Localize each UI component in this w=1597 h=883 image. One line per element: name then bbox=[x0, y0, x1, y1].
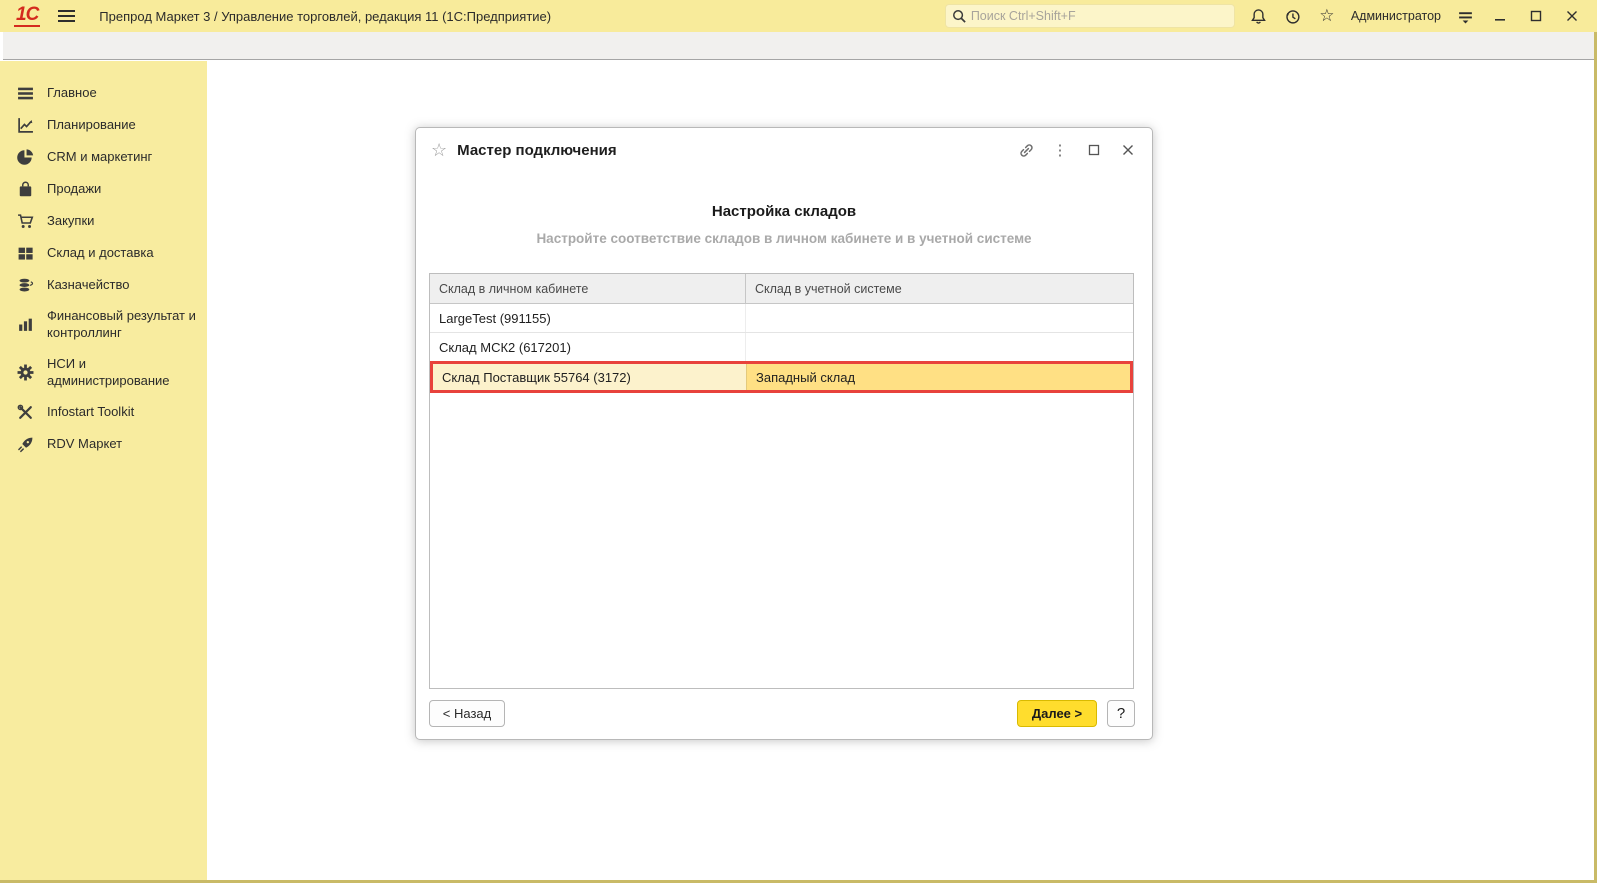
minimize-button[interactable] bbox=[1489, 6, 1511, 26]
page-subtitle: Настройте соответствие складов в личном … bbox=[416, 231, 1152, 246]
search-input[interactable] bbox=[971, 9, 1228, 23]
more-actions-icon[interactable]: ⋮ bbox=[1050, 140, 1070, 160]
main-menu-icon[interactable] bbox=[58, 10, 75, 22]
sidebar-item-label: Склад и доставка bbox=[47, 245, 154, 262]
sections-panel: Главное Планирование CRM и маркетинг Про… bbox=[0, 61, 207, 880]
dialog-maximize-icon[interactable] bbox=[1084, 140, 1104, 160]
connection-wizard-dialog: ☆ Мастер подключения ⋮ Настройка складов… bbox=[415, 127, 1153, 740]
table-row[interactable]: LargeTest (991155) bbox=[430, 304, 1133, 333]
table-header-row: Склад в личном кабинете Склад в учетной … bbox=[430, 274, 1133, 304]
sidebar-item-label: CRM и маркетинг bbox=[47, 149, 152, 166]
cabinet-warehouse-cell[interactable]: Склад МСК2 (617201) bbox=[430, 333, 746, 361]
current-user[interactable]: Администратор bbox=[1351, 9, 1441, 23]
system-warehouse-cell[interactable] bbox=[746, 304, 1133, 332]
sidebar-item-finance[interactable]: Финансовый результат и контроллинг bbox=[0, 301, 207, 349]
sidebar-item-purchases[interactable]: Закупки bbox=[0, 205, 207, 237]
help-button[interactable]: ? bbox=[1107, 700, 1135, 727]
global-search[interactable] bbox=[945, 4, 1235, 28]
back-button[interactable]: < Назад bbox=[429, 700, 505, 727]
link-icon[interactable] bbox=[1016, 140, 1036, 160]
sidebar-item-label: Главное bbox=[47, 85, 97, 102]
maximize-button[interactable] bbox=[1525, 6, 1547, 26]
shopping-bag-icon bbox=[16, 180, 34, 198]
sidebar-item-label: RDV Маркет bbox=[47, 436, 122, 453]
planning-icon bbox=[16, 116, 34, 134]
column-header-cabinet[interactable]: Склад в личном кабинете bbox=[430, 274, 746, 303]
sidebar-item-sales[interactable]: Продажи bbox=[0, 173, 207, 205]
warehouse-mapping-table: Склад в личном кабинете Склад в учетной … bbox=[429, 273, 1134, 689]
sidebar-item-label: Финансовый результат и контроллинг bbox=[47, 308, 197, 342]
system-warehouse-cell[interactable]: Западный склад bbox=[747, 364, 1130, 390]
cart-icon bbox=[16, 212, 34, 230]
dialog-header: ☆ Мастер подключения ⋮ bbox=[416, 128, 1152, 172]
pie-chart-icon bbox=[16, 148, 34, 166]
sidebar-item-crm[interactable]: CRM и маркетинг bbox=[0, 141, 207, 173]
favorites-star-icon[interactable]: ☆ bbox=[1317, 6, 1337, 26]
sidebar-item-planning[interactable]: Планирование bbox=[0, 109, 207, 141]
notifications-bell-icon[interactable] bbox=[1249, 6, 1269, 26]
sidebar-item-warehouse[interactable]: Склад и доставка bbox=[0, 237, 207, 269]
table-row-selected[interactable]: Склад Поставщик 55764 (3172) Западный ск… bbox=[430, 361, 1133, 393]
page-title: Настройка складов bbox=[416, 203, 1152, 220]
dialog-title: Мастер подключения bbox=[457, 142, 616, 159]
warehouse-icon bbox=[16, 244, 34, 262]
sidebar-item-label: Infostart Toolkit bbox=[47, 404, 134, 421]
close-button[interactable] bbox=[1561, 6, 1583, 26]
bar-chart-icon bbox=[16, 316, 34, 334]
1c-logo[interactable]: 1С bbox=[14, 5, 40, 28]
system-warehouse-cell[interactable] bbox=[746, 333, 1133, 361]
cabinet-warehouse-cell[interactable]: LargeTest (991155) bbox=[430, 304, 746, 332]
sidebar-item-rdv-market[interactable]: RDV Маркет bbox=[0, 429, 207, 461]
open-windows-bar bbox=[3, 32, 1594, 60]
window-title: Препрод Маркет 3 / Управление торговлей,… bbox=[99, 9, 551, 24]
sidebar-item-label: Продажи bbox=[47, 181, 101, 198]
sidebar-item-treasury[interactable]: Казначейство bbox=[0, 269, 207, 301]
favorite-star-icon[interactable]: ☆ bbox=[431, 140, 447, 161]
cabinet-warehouse-cell[interactable]: Склад Поставщик 55764 (3172) bbox=[433, 364, 747, 390]
sidebar-item-label: Казначейство bbox=[47, 277, 129, 294]
coins-icon bbox=[16, 276, 34, 294]
next-button[interactable]: Далее > bbox=[1017, 700, 1097, 727]
sidebar-item-label: Планирование bbox=[47, 117, 136, 134]
sidebar-item-label: Закупки bbox=[47, 213, 94, 230]
sidebar-item-label: НСИ и администрирование bbox=[47, 356, 197, 390]
sidebar-item-infostart[interactable]: Infostart Toolkit bbox=[0, 397, 207, 429]
rocket-icon bbox=[16, 436, 34, 454]
tools-icon bbox=[16, 404, 34, 422]
sidebar-item-main[interactable]: Главное bbox=[0, 77, 207, 109]
menu-icon bbox=[16, 84, 34, 102]
search-icon bbox=[952, 8, 967, 24]
history-icon[interactable] bbox=[1283, 6, 1303, 26]
column-header-system[interactable]: Склад в учетной системе bbox=[746, 274, 1133, 303]
service-menu-icon[interactable] bbox=[1455, 6, 1475, 26]
app-window: 1С Препрод Маркет 3 / Управление торговл… bbox=[0, 0, 1597, 883]
gear-icon bbox=[16, 364, 34, 382]
title-bar: 1С Препрод Маркет 3 / Управление торговл… bbox=[0, 0, 1597, 32]
dialog-close-icon[interactable] bbox=[1118, 140, 1138, 160]
table-row[interactable]: Склад МСК2 (617201) bbox=[430, 333, 1133, 362]
titlebar-right: ☆ Администратор bbox=[945, 4, 1597, 28]
sidebar-item-nsi-admin[interactable]: НСИ и администрирование bbox=[0, 349, 207, 397]
